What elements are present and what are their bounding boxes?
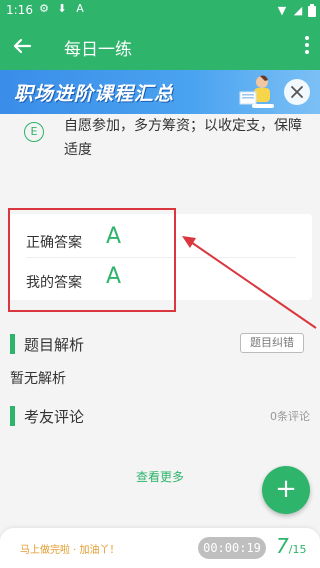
comments-section-title: 考友评论 — [24, 408, 85, 426]
current-question: 7 — [276, 534, 289, 558]
elapsed-timer: 00:00:19 — [198, 537, 266, 559]
banner-text: 职场进阶课程汇总 — [14, 83, 175, 105]
close-icon[interactable] — [284, 79, 310, 105]
question-progress[interactable]: 7/15 — [276, 534, 306, 558]
more-options-icon[interactable] — [304, 36, 310, 58]
report-error-button[interactable]: 题目纠错 — [240, 333, 304, 353]
add-button[interactable]: + — [262, 466, 310, 514]
plus-icon: + — [275, 474, 297, 504]
total-questions: /15 — [288, 543, 307, 556]
reading-person-icon — [239, 75, 274, 108]
option-letter: E — [24, 122, 44, 142]
comments-section-marker — [10, 406, 15, 426]
bottom-bar: 马上做完啦 · 加油丫！ 00:00:19 7/15 — [0, 528, 320, 568]
back-arrow-icon[interactable] — [8, 32, 36, 60]
settings-icon: ⚙ — [39, 2, 49, 15]
page-title: 每日一练 — [64, 40, 132, 60]
answer-option-e[interactable]: E 自愿参加，多方筹资；以收定支，保障适度 — [0, 114, 320, 194]
course-banner[interactable]: 职场进阶课程汇总 — [0, 70, 320, 114]
comment-count: 0条评论 — [270, 410, 310, 423]
highlight-box — [8, 208, 176, 312]
app-a-icon: A — [76, 2, 84, 15]
analysis-content: 暂无解析 — [10, 371, 66, 387]
app-bar: 每日一练 — [0, 22, 320, 70]
status-time: 1:16 — [6, 3, 33, 17]
encourage-text: 马上做完啦 · 加油丫！ — [20, 545, 120, 556]
analysis-section-marker — [10, 334, 15, 354]
download-icon: ⬇ — [57, 2, 67, 15]
signal-icon: ◢ — [293, 3, 303, 17]
option-text: 自愿参加，多方筹资；以收定支，保障适度 — [64, 118, 302, 158]
battery-icon — [308, 4, 316, 17]
status-bar: 1:16 ⚙ ⬇ A ▼ ◢ — [0, 0, 320, 22]
analysis-section-title: 题目解析 — [24, 336, 85, 354]
wifi-icon: ▼ — [277, 3, 287, 17]
